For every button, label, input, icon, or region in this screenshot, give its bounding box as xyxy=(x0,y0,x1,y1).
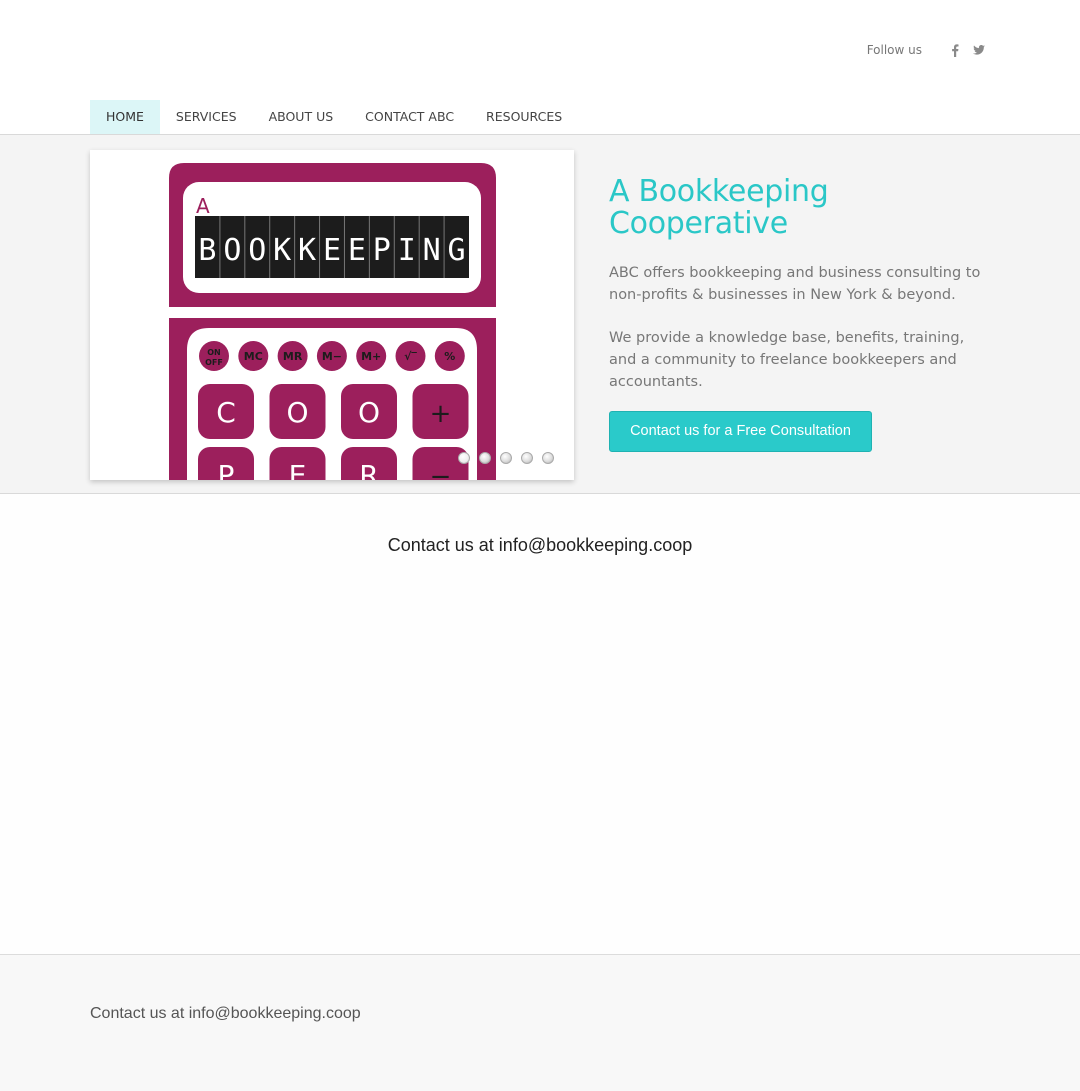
lcd-character: G xyxy=(448,233,466,268)
lcd-character: K xyxy=(273,233,291,268)
nav-item-home[interactable]: HOME xyxy=(90,100,160,134)
image-slider[interactable]: A BOOKKEEPING ON OFF MC MR M− M+ √‾% C O O + P E R − xyxy=(90,150,574,480)
slider-dot[interactable] xyxy=(458,452,470,464)
calc-function-key: % xyxy=(434,341,465,371)
calc-key: E xyxy=(269,447,326,480)
calc-key: C xyxy=(198,384,254,439)
calc-key: O xyxy=(341,384,397,439)
facebook-icon[interactable] xyxy=(948,42,962,58)
calc-function-key: √‾ xyxy=(395,341,426,371)
footer-contact-text: Contact us at info@bookkeeping.coop xyxy=(90,1005,361,1022)
calculator-illustration: A BOOKKEEPING ONOFF MC MR M− M+ √‾% C O O +P E R − xyxy=(169,163,496,480)
lcd-character: B xyxy=(198,233,216,268)
free-consultation-button[interactable]: Contact us for a Free Consultation xyxy=(609,411,872,452)
svg-text:M−: M− xyxy=(322,350,342,363)
calc-key: + xyxy=(412,384,469,439)
svg-text:E: E xyxy=(289,459,307,480)
site-footer: Contact us at info@bookkeeping.coop xyxy=(0,954,1080,1091)
slider-dot[interactable] xyxy=(479,452,491,464)
calc-function-key: MC xyxy=(238,341,269,371)
svg-text:√‾: √‾ xyxy=(404,350,417,363)
lcd-character: P xyxy=(373,233,391,268)
lcd-character: N xyxy=(423,233,441,268)
svg-text:OFF: OFF xyxy=(205,358,223,367)
nav-item-about-us[interactable]: ABOUT US xyxy=(253,100,350,134)
nav-item-resources[interactable]: RESOURCES xyxy=(470,100,578,134)
hero-section: A BOOKKEEPING ON OFF MC MR M− M+ √‾% C O O + P E R − … xyxy=(0,134,1080,494)
site-header: Follow us HOME SERVICES ABOUT US CONTACT… xyxy=(0,0,1080,134)
slider-dot[interactable] xyxy=(521,452,533,464)
nav-item-services[interactable]: SERVICES xyxy=(160,100,253,134)
main-nav: HOME SERVICES ABOUT US CONTACT ABC RESOU… xyxy=(90,100,578,134)
calc-function-key: MR xyxy=(277,341,308,371)
svg-text:%: % xyxy=(444,350,455,363)
lcd-character: O xyxy=(223,233,241,268)
calc-function-key: ONOFF xyxy=(199,341,229,371)
nav-item-contact-abc[interactable]: CONTACT ABC xyxy=(349,100,470,134)
twitter-icon[interactable] xyxy=(972,42,986,58)
calc-small-letter: A xyxy=(196,194,210,218)
lcd-character: E xyxy=(323,233,341,268)
svg-text:−: − xyxy=(430,462,452,480)
calc-function-key: M− xyxy=(316,341,347,371)
calc-function-key: M+ xyxy=(356,341,387,371)
calc-key: R xyxy=(341,447,397,480)
svg-text:+: + xyxy=(430,399,452,429)
slider-dot[interactable] xyxy=(500,452,512,464)
svg-text:MR: MR xyxy=(283,350,303,363)
svg-text:O: O xyxy=(358,396,380,429)
calc-key: O xyxy=(269,384,326,439)
svg-text:ON: ON xyxy=(207,348,221,357)
main-contact-text: Contact us at info@bookkeeping.coop xyxy=(387,535,693,555)
slider-dot[interactable] xyxy=(542,452,554,464)
lcd-character: O xyxy=(248,233,266,268)
lcd-character: I xyxy=(398,233,416,268)
lcd-character: K xyxy=(298,233,316,268)
hero-paragraph-2: We provide a knowledge base, benefits, t… xyxy=(609,330,965,390)
hero-text: A Bookkeeping Cooperative ABC offers boo… xyxy=(609,176,989,393)
hero-paragraph-1: ABC offers bookkeeping and business cons… xyxy=(609,265,981,303)
lcd-character: E xyxy=(348,233,366,268)
svg-text:C: C xyxy=(216,396,236,429)
svg-text:MC: MC xyxy=(244,350,263,363)
svg-text:P: P xyxy=(218,459,235,480)
follow-us: Follow us xyxy=(867,42,986,58)
svg-text:R: R xyxy=(359,459,378,480)
svg-text:M+: M+ xyxy=(361,350,381,363)
calc-key: P xyxy=(198,447,254,480)
svg-text:O: O xyxy=(286,396,308,429)
hero-title: A Bookkeeping Cooperative xyxy=(609,174,829,241)
slider-pagination xyxy=(458,452,554,464)
follow-us-label: Follow us xyxy=(866,43,922,57)
